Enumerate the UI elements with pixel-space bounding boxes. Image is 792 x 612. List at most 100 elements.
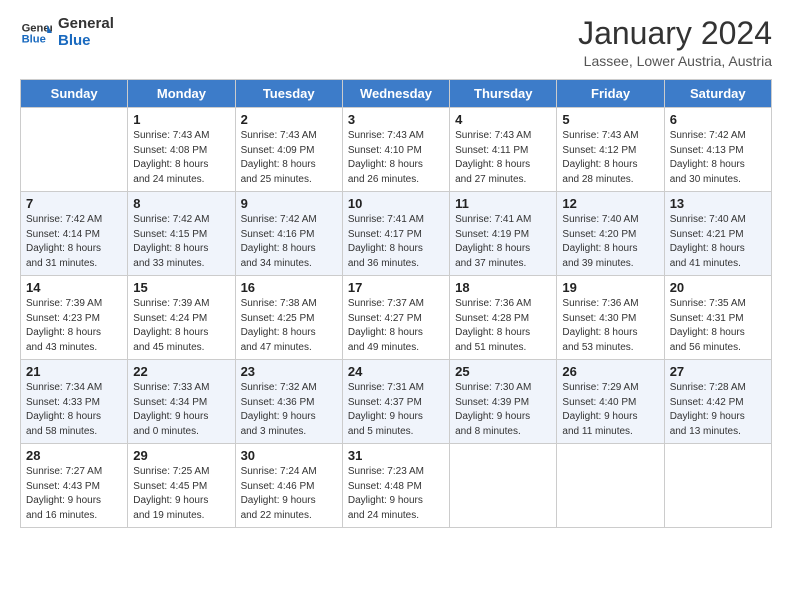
calendar-cell [21, 108, 128, 192]
calendar-cell: 21Sunrise: 7:34 AM Sunset: 4:33 PM Dayli… [21, 360, 128, 444]
day-info: Sunrise: 7:36 AM Sunset: 4:28 PM Dayligh… [455, 297, 551, 355]
weekday-header-tuesday: Tuesday [235, 80, 342, 108]
calendar-cell: 31 Sunrise: 7:23 AM Sunset: 4:48 PM Dayli… [342, 444, 449, 528]
calendar-cell [664, 444, 771, 528]
day-number: 26 [562, 364, 658, 379]
day-info: Sunrise: 7:38 AM Sunset: 4:25 PM Dayligh… [241, 297, 337, 355]
day-info: Sunrise: 7:43 AM Sunset: 4:12 PM Dayligh… [562, 129, 658, 187]
calendar-cell: 23 Sunrise: 7:32 AM Sunset: 4:36 PM Dayli… [235, 360, 342, 444]
day-number: 9 [241, 196, 337, 211]
day-info: Sunrise: 7:39 AM Sunset: 4:24 PM Dayligh… [133, 297, 229, 355]
day-info: Sunrise: 7:43 AM Sunset: 4:10 PM Dayligh… [348, 129, 444, 187]
day-number: 7 [26, 196, 122, 211]
day-number: 27 [670, 364, 766, 379]
month-title: January 2024 [578, 16, 772, 51]
calendar-cell: 1 Sunrise: 7:43 AM Sunset: 4:08 PM Daylig… [128, 108, 235, 192]
calendar-cell: 3Sunrise: 7:43 AM Sunset: 4:10 PM Daylig… [342, 108, 449, 192]
weekday-header-thursday: Thursday [450, 80, 557, 108]
page: General Blue General Blue January 2024 L… [0, 0, 792, 612]
day-number: 10 [348, 196, 444, 211]
day-info: Sunrise: 7:42 AM Sunset: 4:13 PM Dayligh… [670, 129, 766, 187]
logo-line1: General [58, 16, 114, 33]
day-number: 2 [241, 112, 337, 127]
day-number: 1 [133, 112, 229, 127]
title-area: January 2024 Lassee, Lower Austria, Aust… [578, 16, 772, 69]
day-number: 29 [133, 448, 229, 463]
week-row-2: 14Sunrise: 7:39 AM Sunset: 4:23 PM Dayli… [21, 276, 772, 360]
day-number: 13 [670, 196, 766, 211]
day-number: 6 [670, 112, 766, 127]
weekday-header-monday: Monday [128, 80, 235, 108]
calendar-cell: 24 Sunrise: 7:31 AM Sunset: 4:37 PM Dayli… [342, 360, 449, 444]
day-number: 31 [348, 448, 444, 463]
logo-icon: General Blue [20, 17, 52, 49]
calendar-cell: 6 Sunrise: 7:42 AM Sunset: 4:13 PM Daylig… [664, 108, 771, 192]
week-row-4: 28 Sunrise: 7:27 AM Sunset: 4:43 PM Dayli… [21, 444, 772, 528]
day-info: Sunrise: 7:33 AM Sunset: 4:34 PM Dayligh… [133, 381, 229, 439]
calendar-cell: 19Sunrise: 7:36 AM Sunset: 4:30 PM Dayli… [557, 276, 664, 360]
calendar-cell: 25 Sunrise: 7:30 AM Sunset: 4:39 PM Dayli… [450, 360, 557, 444]
calendar-cell: 28 Sunrise: 7:27 AM Sunset: 4:43 PM Dayli… [21, 444, 128, 528]
calendar-body: 1 Sunrise: 7:43 AM Sunset: 4:08 PM Daylig… [21, 108, 772, 528]
day-number: 8 [133, 196, 229, 211]
calendar-cell: 5 Sunrise: 7:43 AM Sunset: 4:12 PM Daylig… [557, 108, 664, 192]
calendar-cell: 26 Sunrise: 7:29 AM Sunset: 4:40 PM Dayli… [557, 360, 664, 444]
day-info: Sunrise: 7:29 AM Sunset: 4:40 PM Dayligh… [562, 381, 658, 439]
day-number: 19 [562, 280, 658, 295]
logo: General Blue General Blue [20, 16, 114, 49]
day-info: Sunrise: 7:43 AM Sunset: 4:08 PM Dayligh… [133, 129, 229, 187]
day-info: Sunrise: 7:42 AM Sunset: 4:14 PM Dayligh… [26, 213, 122, 271]
week-row-1: 7 Sunrise: 7:42 AM Sunset: 4:14 PM Daylig… [21, 192, 772, 276]
day-number: 5 [562, 112, 658, 127]
day-info: Sunrise: 7:31 AM Sunset: 4:37 PM Dayligh… [348, 381, 444, 439]
weekday-header: SundayMondayTuesdayWednesdayThursdayFrid… [21, 80, 772, 108]
day-info: Sunrise: 7:23 AM Sunset: 4:48 PM Dayligh… [348, 465, 444, 523]
day-info: Sunrise: 7:37 AM Sunset: 4:27 PM Dayligh… [348, 297, 444, 355]
day-info: Sunrise: 7:41 AM Sunset: 4:17 PM Dayligh… [348, 213, 444, 271]
calendar-cell: 8 Sunrise: 7:42 AM Sunset: 4:15 PM Daylig… [128, 192, 235, 276]
day-number: 23 [241, 364, 337, 379]
calendar-table: SundayMondayTuesdayWednesdayThursdayFrid… [20, 79, 772, 528]
calendar-cell: 18 Sunrise: 7:36 AM Sunset: 4:28 PM Dayli… [450, 276, 557, 360]
day-info: Sunrise: 7:43 AM Sunset: 4:11 PM Dayligh… [455, 129, 551, 187]
calendar-cell: 15 Sunrise: 7:39 AM Sunset: 4:24 PM Dayli… [128, 276, 235, 360]
day-info: Sunrise: 7:32 AM Sunset: 4:36 PM Dayligh… [241, 381, 337, 439]
day-number: 17 [348, 280, 444, 295]
day-info: Sunrise: 7:40 AM Sunset: 4:20 PM Dayligh… [562, 213, 658, 271]
day-number: 28 [26, 448, 122, 463]
day-info: Sunrise: 7:39 AM Sunset: 4:23 PM Dayligh… [26, 297, 122, 355]
calendar-cell: 7 Sunrise: 7:42 AM Sunset: 4:14 PM Daylig… [21, 192, 128, 276]
logo-line2: Blue [58, 33, 114, 50]
day-info: Sunrise: 7:24 AM Sunset: 4:46 PM Dayligh… [241, 465, 337, 523]
day-info: Sunrise: 7:25 AM Sunset: 4:45 PM Dayligh… [133, 465, 229, 523]
header-area: General Blue General Blue January 2024 L… [20, 16, 772, 69]
day-info: Sunrise: 7:43 AM Sunset: 4:09 PM Dayligh… [241, 129, 337, 187]
day-number: 22 [133, 364, 229, 379]
day-info: Sunrise: 7:28 AM Sunset: 4:42 PM Dayligh… [670, 381, 766, 439]
weekday-header-saturday: Saturday [664, 80, 771, 108]
calendar-cell: 11 Sunrise: 7:41 AM Sunset: 4:19 PM Dayli… [450, 192, 557, 276]
calendar-cell: 4 Sunrise: 7:43 AM Sunset: 4:11 PM Daylig… [450, 108, 557, 192]
weekday-header-sunday: Sunday [21, 80, 128, 108]
calendar-cell: 2 Sunrise: 7:43 AM Sunset: 4:09 PM Daylig… [235, 108, 342, 192]
calendar-cell: 30Sunrise: 7:24 AM Sunset: 4:46 PM Dayli… [235, 444, 342, 528]
day-number: 15 [133, 280, 229, 295]
calendar-cell: 12Sunrise: 7:40 AM Sunset: 4:20 PM Dayli… [557, 192, 664, 276]
day-info: Sunrise: 7:35 AM Sunset: 4:31 PM Dayligh… [670, 297, 766, 355]
day-info: Sunrise: 7:27 AM Sunset: 4:43 PM Dayligh… [26, 465, 122, 523]
day-number: 11 [455, 196, 551, 211]
weekday-header-wednesday: Wednesday [342, 80, 449, 108]
location-title: Lassee, Lower Austria, Austria [578, 53, 772, 69]
day-info: Sunrise: 7:42 AM Sunset: 4:15 PM Dayligh… [133, 213, 229, 271]
day-info: Sunrise: 7:30 AM Sunset: 4:39 PM Dayligh… [455, 381, 551, 439]
day-number: 21 [26, 364, 122, 379]
day-number: 18 [455, 280, 551, 295]
day-number: 25 [455, 364, 551, 379]
day-info: Sunrise: 7:41 AM Sunset: 4:19 PM Dayligh… [455, 213, 551, 271]
day-number: 20 [670, 280, 766, 295]
calendar-cell: 20 Sunrise: 7:35 AM Sunset: 4:31 PM Dayli… [664, 276, 771, 360]
calendar-cell: 17 Sunrise: 7:37 AM Sunset: 4:27 PM Dayli… [342, 276, 449, 360]
day-number: 4 [455, 112, 551, 127]
day-number: 24 [348, 364, 444, 379]
day-info: Sunrise: 7:42 AM Sunset: 4:16 PM Dayligh… [241, 213, 337, 271]
